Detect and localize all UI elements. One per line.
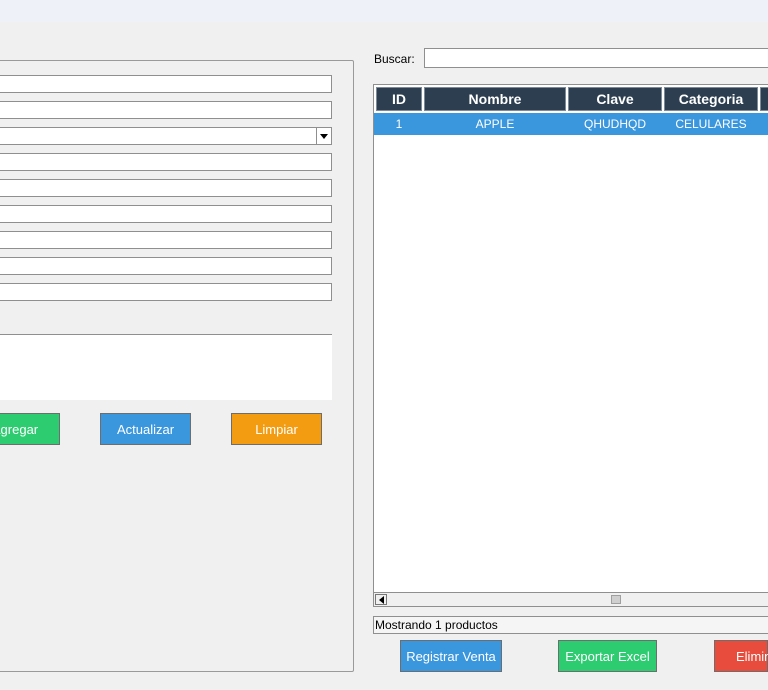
description-textarea[interactable] <box>0 334 332 400</box>
column-header-categoria[interactable]: Categoria <box>664 87 758 111</box>
form-field-9[interactable] <box>0 283 332 301</box>
form-field-1[interactable] <box>0 75 332 93</box>
cell-categoria: CELULARES <box>675 117 747 131</box>
cell-id: 1 <box>395 117 403 131</box>
form-field-4[interactable] <box>0 153 332 171</box>
column-header-next[interactable]: C <box>760 87 768 111</box>
form-field-5[interactable] <box>0 179 332 197</box>
window-top-bar <box>0 0 768 22</box>
delete-button[interactable]: Elimin <box>714 640 768 672</box>
update-button[interactable]: Actualizar <box>100 413 191 445</box>
products-table[interactable]: ID Nombre Clave Categoria C 1 APPLE QHUD… <box>373 84 768 607</box>
form-field-6[interactable] <box>0 205 332 223</box>
form-field-2[interactable] <box>0 101 332 119</box>
column-header-clave[interactable]: Clave <box>568 87 662 111</box>
table-row[interactable]: 1 APPLE QHUDHQD CELULARES <box>374 113 768 135</box>
scroll-thumb[interactable] <box>611 595 621 604</box>
clear-button[interactable]: Limpiar <box>231 413 322 445</box>
export-excel-button[interactable]: Exportar Excel <box>558 640 657 672</box>
search-label: Buscar: <box>374 52 415 66</box>
add-button[interactable]: Agregar <box>0 413 60 445</box>
chevron-down-icon[interactable] <box>316 128 331 144</box>
form-field-8[interactable] <box>0 257 332 275</box>
register-sale-button[interactable]: Registrar Venta <box>400 640 502 672</box>
cell-nombre: APPLE <box>475 117 515 131</box>
product-form-panel <box>0 60 354 672</box>
status-bar: Mostrando 1 productos <box>373 616 768 634</box>
column-header-id[interactable]: ID <box>376 87 422 111</box>
cell-clave: QHUDHQD <box>584 117 646 131</box>
form-field-7[interactable] <box>0 231 332 249</box>
scroll-left-icon[interactable] <box>375 594 387 605</box>
category-combo[interactable] <box>0 127 332 145</box>
horizontal-scrollbar[interactable] <box>374 592 768 606</box>
column-header-nombre[interactable]: Nombre <box>424 87 566 111</box>
search-input[interactable] <box>424 48 768 68</box>
table-header: ID Nombre Clave Categoria C <box>374 85 768 112</box>
